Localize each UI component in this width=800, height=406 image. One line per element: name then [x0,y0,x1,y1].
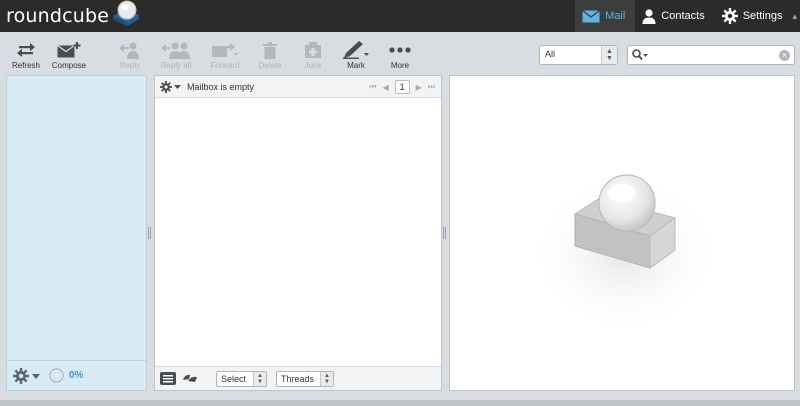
more-label: More [390,61,410,70]
roundcube-cube-icon [113,0,140,26]
nav-contacts[interactable]: Contacts [635,0,714,32]
logo-text: roundcube [6,5,110,27]
trash-icon [263,41,277,59]
threads-toggle-icon[interactable] [183,372,197,384]
reply-icon [119,42,139,59]
threads-menu[interactable]: Threads ▲ ▼ [276,371,334,387]
junk-label: Junk [304,61,322,70]
compose-label: Compose [51,61,87,70]
refresh-icon [17,43,35,57]
quota-text: 0% [69,370,84,381]
mark-label: Mark [347,61,365,70]
clear-search-icon[interactable]: × [779,50,790,61]
more-dots-icon [389,47,411,53]
search-icon[interactable] [632,49,648,61]
main-nav: Mail Contacts Settings ▴ [575,0,800,32]
message-list-footer: Select ▲ ▼ Threads ▲ ▼ [155,366,441,390]
reply-all-button[interactable]: Reply all [154,40,198,70]
envelope-icon [582,9,601,22]
list-view-icon[interactable] [160,372,176,385]
reply-button[interactable]: Reply [108,40,152,70]
forward-icon [212,43,238,57]
search-input[interactable]: × [627,45,795,65]
first-page-icon[interactable]: ⏮ [369,82,376,92]
refresh-button[interactable]: Refresh [4,40,48,70]
collapse-header-caret[interactable]: ▴ [792,0,800,32]
left-splitter-handle[interactable] [148,227,151,239]
message-list-pane: Mailbox is empty ⏮ ◀ 1 ▶ ⏭ Select ▲ ▼ Thr… [154,75,442,391]
compose-icon [57,42,81,58]
threads-label: Threads [281,374,315,384]
reply-all-icon [161,42,190,59]
nav-settings-label: Settings [742,10,783,22]
quota-pie-icon [49,368,64,383]
select-arrows-icon: ▲ ▼ [253,372,266,386]
nav-contacts-label: Contacts [661,10,705,22]
message-filter-select[interactable]: All ▲ ▼ [539,45,618,65]
reply-label: Reply [119,61,141,70]
gear-icon [160,81,172,93]
compose-button[interactable]: Compose [47,40,91,70]
more-button[interactable]: More [378,40,422,70]
right-splitter-handle[interactable] [443,227,446,239]
select-menu[interactable]: Select ▲ ▼ [216,371,267,387]
filter-selected-value: All [545,49,556,59]
mark-button[interactable]: Mark [334,40,378,70]
chevron-down-icon [174,85,181,89]
person-icon [642,8,656,24]
junk-button[interactable]: Junk [291,40,335,70]
nav-settings[interactable]: Settings [715,0,793,32]
delete-button[interactable]: Delete [248,40,292,70]
nav-mail[interactable]: Mail [575,0,636,32]
message-list-header: Mailbox is empty ⏮ ◀ 1 ▶ ⏭ [155,76,441,98]
forward-label: Forward [210,61,240,70]
gear-icon [721,8,738,24]
roundcube-watermark-icon [530,166,720,326]
folder-pane-footer: 0% [7,360,146,390]
bottom-border [0,400,800,406]
header-bar: roundcube Mail Contacts Settings ▴ [0,0,800,32]
last-page-icon[interactable]: ⏭ [428,82,435,92]
message-preview-pane [449,75,795,391]
nav-mail-label: Mail [605,10,626,22]
quota-indicator: 0% [49,368,83,383]
gear-icon [13,368,29,384]
mark-pen-icon [343,41,369,59]
forward-button[interactable]: Forward [203,40,247,70]
roundcube-logo[interactable]: roundcube [6,0,141,28]
mailbox-status: Mailbox is empty [187,82,255,92]
junk-icon [305,42,321,58]
pagination: ⏮ ◀ 1 ▶ ⏭ [369,80,435,94]
chevron-down-icon [32,373,40,379]
current-page: 1 [394,80,410,94]
select-label: Select [221,374,247,384]
next-page-icon[interactable]: ▶ [416,83,422,92]
delete-label: Delete [258,61,282,70]
previous-page-icon[interactable]: ◀ [382,83,388,92]
refresh-label: Refresh [11,61,40,70]
reply-all-label: Reply all [160,61,192,70]
select-arrows-icon: ▲ ▼ [601,46,617,64]
folder-list-pane: 0% [6,75,147,391]
list-options-menu[interactable] [160,81,181,93]
select-arrows-icon: ▲ ▼ [320,372,333,386]
folder-actions-menu[interactable] [13,368,40,384]
